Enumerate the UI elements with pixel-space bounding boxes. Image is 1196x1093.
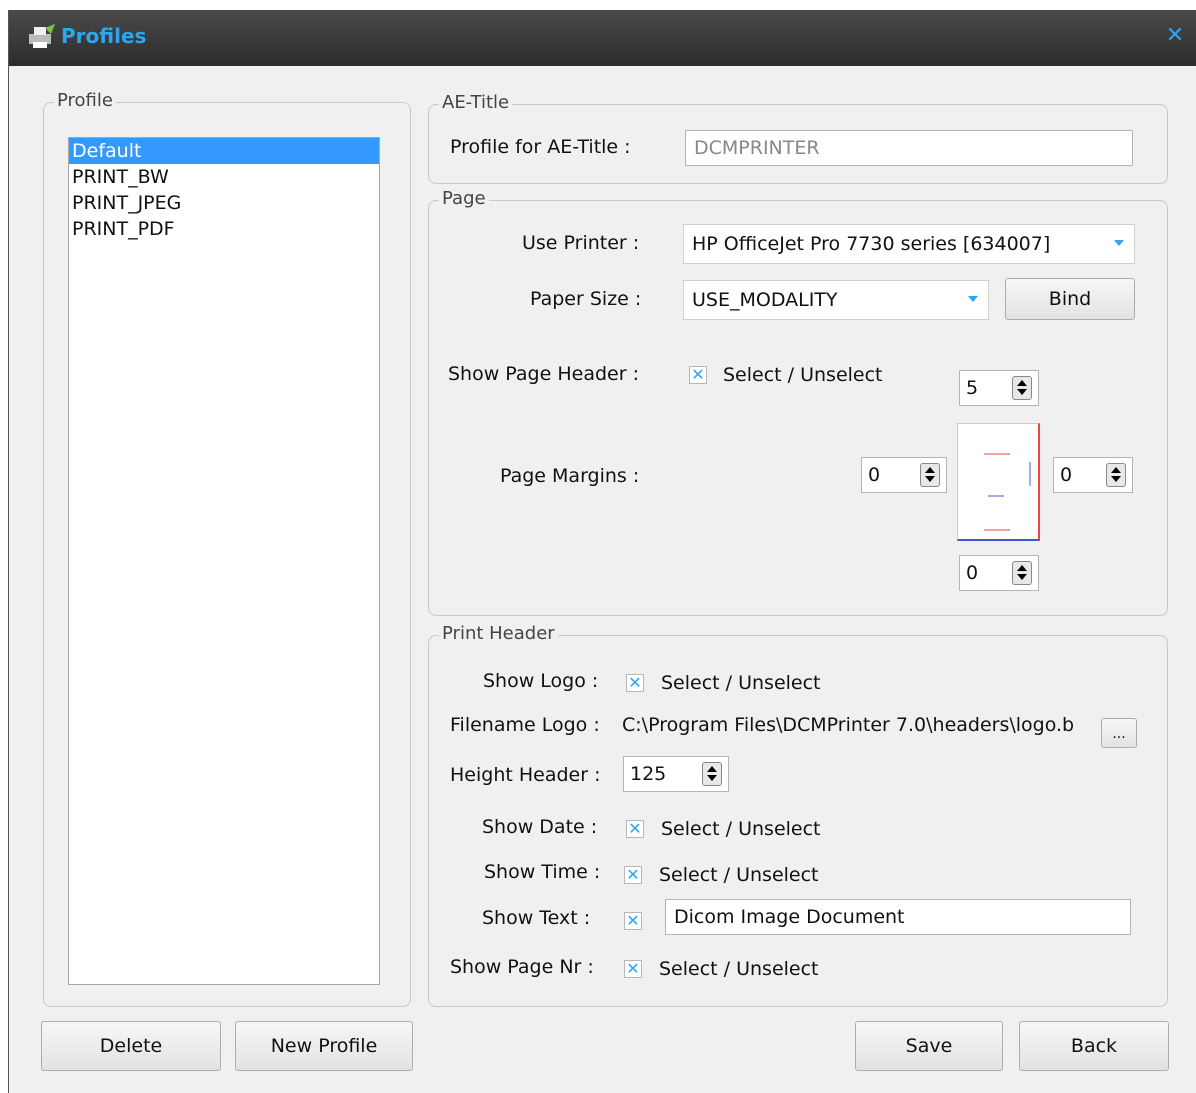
margin-right-value: 0	[1060, 464, 1073, 486]
filename-logo-label: Filename Logo :	[450, 714, 600, 736]
page-margins-label: Page Margins :	[500, 465, 640, 487]
show-time-label: Show Time :	[484, 861, 601, 883]
ae-title-label: Profile for AE-Title :	[450, 136, 631, 158]
show-page-nr-checkbox[interactable]: ✕	[624, 960, 642, 978]
list-item[interactable]: Default	[69, 138, 379, 164]
back-button[interactable]: Back	[1019, 1021, 1169, 1071]
margin-top-stepper[interactable]: 5	[959, 370, 1039, 406]
profiles-window: Profiles ✕ Profile Default PRINT_BW PRIN…	[8, 10, 1196, 1093]
profile-legend: Profile	[54, 90, 116, 111]
spin-arrows-icon[interactable]	[920, 463, 940, 487]
list-item[interactable]: PRINT_PDF	[69, 216, 379, 242]
page-preview	[957, 423, 1040, 541]
chevron-down-icon	[968, 296, 978, 302]
height-header-value: 125	[630, 763, 667, 785]
show-logo-label: Show Logo :	[483, 670, 599, 692]
paper-size-label: Paper Size :	[530, 288, 642, 310]
filename-logo-value: C:\Program Files\DCMPrinter 7.0\headers\…	[622, 714, 1075, 736]
margin-left-value: 0	[868, 464, 881, 486]
show-text-checkbox[interactable]: ✕	[624, 912, 642, 930]
delete-button[interactable]: Delete	[41, 1021, 221, 1071]
margin-bottom-stepper[interactable]: 0	[959, 555, 1039, 591]
margin-left-stepper[interactable]: 0	[861, 457, 947, 493]
printer-select[interactable]: HP OfficeJet Pro 7730 series [634007]	[683, 224, 1135, 264]
height-header-label: Height Header :	[450, 764, 601, 786]
ae-title-field[interactable]: DCMPRINTER	[685, 130, 1133, 166]
printer-label: Use Printer :	[522, 232, 640, 254]
close-icon[interactable]: ✕	[1161, 22, 1189, 50]
spin-arrows-icon[interactable]	[1106, 463, 1126, 487]
paper-size-value: USE_MODALITY	[692, 289, 838, 311]
printer-value: HP OfficeJet Pro 7730 series [634007]	[692, 233, 1051, 255]
new-profile-button[interactable]: New Profile	[235, 1021, 413, 1071]
page-header-label: Show Page Header :	[448, 363, 639, 385]
print-header-legend: Print Header	[439, 623, 558, 644]
browse-button[interactable]: ...	[1101, 718, 1137, 748]
profile-group: Profile Default PRINT_BW PRINT_JPEG PRIN…	[43, 90, 411, 1007]
spin-arrows-icon[interactable]	[1012, 561, 1032, 585]
show-date-checkbox[interactable]: ✕	[626, 820, 644, 838]
page-legend: Page	[439, 188, 489, 209]
spin-arrows-icon[interactable]	[1012, 376, 1032, 400]
show-time-checkbox[interactable]: ✕	[624, 866, 642, 884]
show-page-nr-label: Show Page Nr :	[450, 956, 594, 978]
list-item[interactable]: PRINT_BW	[69, 164, 379, 190]
show-page-nr-text: Select / Unselect	[659, 958, 819, 980]
show-text-label: Show Text :	[482, 907, 591, 929]
title-bar: Profiles ✕	[9, 10, 1196, 66]
show-time-text: Select / Unselect	[659, 864, 819, 886]
printer-icon	[29, 24, 55, 48]
chevron-down-icon	[1114, 240, 1124, 246]
bind-button[interactable]: Bind	[1005, 278, 1135, 320]
page-header-check-text: Select / Unselect	[723, 364, 883, 386]
page-preview-graphic	[984, 453, 1031, 531]
margin-bottom-value: 0	[966, 562, 979, 584]
margin-top-value: 5	[966, 377, 979, 399]
height-header-stepper[interactable]: 125	[623, 756, 729, 792]
ae-title-legend: AE-Title	[439, 92, 513, 113]
spin-arrows-icon[interactable]	[702, 762, 722, 786]
show-logo-checkbox[interactable]: ✕	[626, 674, 644, 692]
window-title: Profiles	[61, 24, 147, 48]
show-date-label: Show Date :	[482, 816, 598, 838]
page-header-checkbox[interactable]: ✕	[689, 366, 707, 384]
paper-size-select[interactable]: USE_MODALITY	[683, 280, 989, 320]
show-logo-text: Select / Unselect	[661, 672, 821, 694]
show-date-text: Select / Unselect	[661, 818, 821, 840]
margin-right-stepper[interactable]: 0	[1053, 457, 1133, 493]
profile-list[interactable]: Default PRINT_BW PRINT_JPEG PRINT_PDF	[68, 137, 380, 985]
show-text-field[interactable]: Dicom Image Document	[665, 899, 1131, 935]
save-button[interactable]: Save	[855, 1021, 1003, 1071]
list-item[interactable]: PRINT_JPEG	[69, 190, 379, 216]
